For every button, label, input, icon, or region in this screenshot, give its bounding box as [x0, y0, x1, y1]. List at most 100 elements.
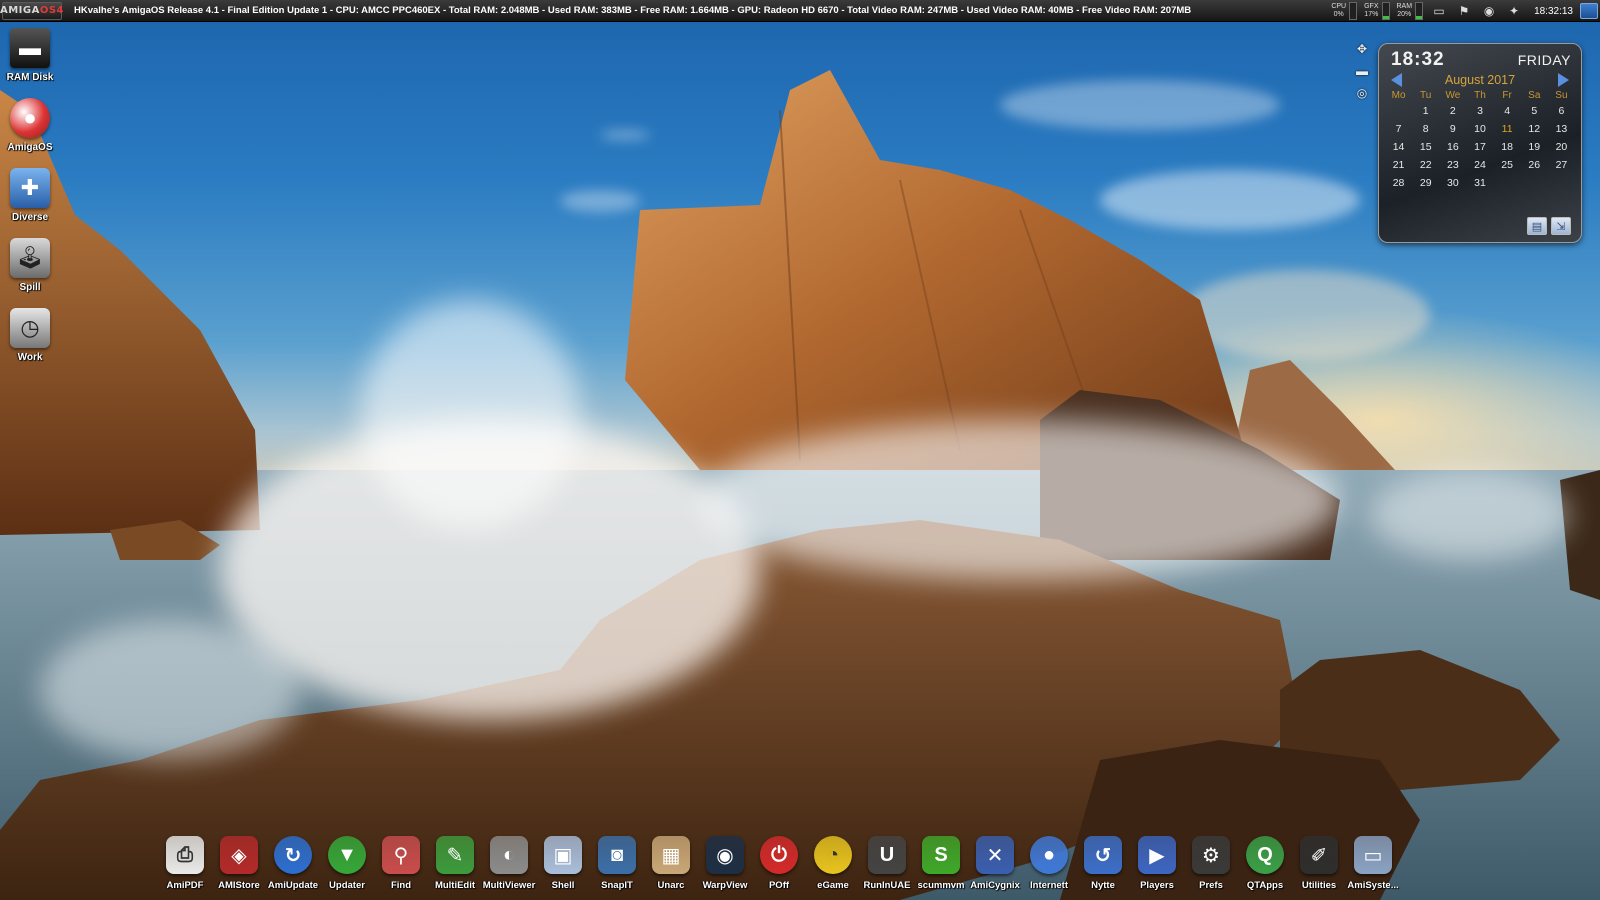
- dock-item-label: MultiEdit: [434, 880, 476, 891]
- dock-item-updater[interactable]: ▼ Updater: [320, 836, 374, 900]
- calendar-date[interactable]: 18: [1494, 139, 1521, 155]
- cpu-meter-name: CPU: [1331, 3, 1347, 10]
- dock-item-amipdf[interactable]: ⎙ AmiPDF: [158, 836, 212, 900]
- calendar-weekday: FRIDAY: [1517, 52, 1571, 68]
- calendar-date[interactable]: 25: [1494, 157, 1521, 173]
- minimize-widget-icon[interactable]: ▬: [1355, 64, 1369, 78]
- desktop-icon-label: Diverse: [11, 212, 49, 223]
- dock-item-amisyste[interactable]: ▭ AmiSyste...: [1346, 836, 1400, 900]
- calendar-date[interactable]: 15: [1412, 139, 1439, 155]
- calendar-date[interactable]: 19: [1521, 139, 1548, 155]
- dock-item-runinuae[interactable]: U RunInUAE: [860, 836, 914, 900]
- calendar-date[interactable]: 6: [1548, 103, 1575, 119]
- calendar-collapse-button[interactable]: ⇲: [1551, 217, 1571, 235]
- dock-item-players[interactable]: ▶ Players: [1130, 836, 1184, 900]
- disk-icon[interactable]: ◉: [1480, 3, 1498, 19]
- calendar-day-of-week: Fr: [1502, 90, 1512, 101]
- dock-item-utilities[interactable]: ✐ Utilities: [1292, 836, 1346, 900]
- calendar-date[interactable]: 14: [1385, 139, 1412, 155]
- calendar-day-of-week: Sa: [1528, 90, 1541, 101]
- cpu-meter-value: 0%: [1333, 11, 1344, 18]
- dock-item-label: AmiCygnix: [970, 880, 1020, 891]
- calendar-date[interactable]: 10: [1466, 121, 1493, 137]
- calendar-date[interactable]: 31: [1466, 175, 1493, 191]
- desktop-icon-amigaos[interactable]: ● AmigaOS: [0, 98, 60, 168]
- calendar-date[interactable]: 20: [1548, 139, 1575, 155]
- calendar-date[interactable]: 22: [1412, 157, 1439, 173]
- dock-item-multiviewer[interactable]: ◐ MultiViewer: [482, 836, 536, 900]
- calendar-date[interactable]: 24: [1466, 157, 1493, 173]
- calendar-date[interactable]: 29: [1412, 175, 1439, 191]
- calendar-date[interactable]: 12: [1521, 121, 1548, 137]
- calendar-date[interactable]: 5: [1521, 103, 1548, 119]
- dock-item-find[interactable]: ⚲ Find: [374, 836, 428, 900]
- dock-item-label: AMIStore: [218, 880, 260, 891]
- dock-item-multiedit[interactable]: ✎ MultiEdit: [428, 836, 482, 900]
- settings-widget-icon[interactable]: ◎: [1355, 86, 1369, 100]
- dock-item-amistore[interactable]: ◈ AMIStore: [212, 836, 266, 900]
- calendar-date-today[interactable]: 11: [1494, 121, 1521, 137]
- dock-item-label: AmiPDF: [166, 880, 204, 891]
- dock-item-prefs[interactable]: ⚙ Prefs: [1184, 836, 1238, 900]
- calendar-date[interactable]: 16: [1439, 139, 1466, 155]
- calendar-date[interactable]: 26: [1521, 157, 1548, 173]
- calendar-date[interactable]: 9: [1439, 121, 1466, 137]
- calendar-date[interactable]: 30: [1439, 175, 1466, 191]
- dock-item-poff[interactable]: ⏻ POff: [752, 836, 806, 900]
- dock-item-unarc[interactable]: ▦ Unarc: [644, 836, 698, 900]
- calendar-date[interactable]: 8: [1412, 121, 1439, 137]
- dock-item-nytte[interactable]: ↺ Nytte: [1076, 836, 1130, 900]
- pdf-icon: ⎙: [166, 836, 204, 874]
- desktop-icon-spill[interactable]: 🕹 Spill: [0, 238, 60, 308]
- desktop-icon-ram-disk[interactable]: ▬ RAM Disk: [0, 28, 60, 98]
- dock-item-label: Nytte: [1091, 880, 1115, 891]
- tray-clock[interactable]: 18:32:13: [1534, 6, 1573, 17]
- boing-ball-icon: ●: [10, 98, 50, 138]
- application-dock: ⎙ AmiPDF ◈ AMIStore ↻ AmiUpdate ▼ Updater ⚲ Find ✎…: [158, 836, 1400, 900]
- dock-item-shell[interactable]: ▣ Shell: [536, 836, 590, 900]
- dock-item-snapit[interactable]: ◙ SnapIT: [590, 836, 644, 900]
- amiga-icon[interactable]: ✦: [1505, 3, 1523, 19]
- calendar-view-button[interactable]: ▤: [1527, 217, 1547, 235]
- flag-icon[interactable]: ⚑: [1455, 3, 1473, 19]
- calendar-day-of-week: We: [1445, 90, 1461, 101]
- calendar-date[interactable]: 1: [1412, 103, 1439, 119]
- amigaos-logo[interactable]: AMIGA OS4: [0, 1, 64, 20]
- gfx-meter: GFX 17%: [1364, 2, 1390, 20]
- calendar-date[interactable]: 17: [1466, 139, 1493, 155]
- ram-meter-name: RAM: [1396, 3, 1413, 10]
- calendar-date[interactable]: 28: [1385, 175, 1412, 191]
- dock-item-label: POff: [768, 880, 790, 891]
- screen-title: HKvalhe's AmigaOS Release 4.1 - Final Ed…: [74, 5, 1192, 16]
- cpu-meter: CPU 0%: [1331, 2, 1358, 20]
- dock-item-label: Shell: [551, 880, 575, 891]
- screen-depth-icon[interactable]: [1580, 3, 1598, 19]
- next-month-arrow-icon[interactable]: [1557, 73, 1569, 87]
- previous-month-arrow-icon[interactable]: [1391, 73, 1402, 87]
- desktop-icon-work[interactable]: ◷ Work: [0, 308, 60, 378]
- joystick-icon: 🕹: [10, 238, 50, 278]
- dock-item-egame[interactable]: ◔ eGame: [806, 836, 860, 900]
- ram-meter-value: 20%: [1397, 11, 1412, 18]
- calendar-date[interactable]: 23: [1439, 157, 1466, 173]
- desktop-icon-diverse[interactable]: ✚ Diverse: [0, 168, 60, 238]
- calendar-date[interactable]: 13: [1548, 121, 1575, 137]
- move-widget-icon[interactable]: ✥: [1355, 42, 1369, 56]
- calendar-date[interactable]: 21: [1385, 157, 1412, 173]
- dock-item-amicygnix[interactable]: ✕ AmiCygnix: [968, 836, 1022, 900]
- dock-item-amiupdate[interactable]: ↻ AmiUpdate: [266, 836, 320, 900]
- calendar-date[interactable]: 2: [1439, 103, 1466, 119]
- dock-item-warpview[interactable]: ◉ WarpView: [698, 836, 752, 900]
- calendar-date[interactable]: 27: [1548, 157, 1575, 173]
- calendar-date[interactable]: 3: [1466, 103, 1493, 119]
- shopping-bag-icon: ◈: [220, 836, 258, 874]
- dock-item-internett[interactable]: ● Internett: [1022, 836, 1076, 900]
- dock-item-qtapps[interactable]: Q QTApps: [1238, 836, 1292, 900]
- calendar-date[interactable]: 4: [1494, 103, 1521, 119]
- system-tray: CPU 0% GFX 17% RAM 20% ▭ ⚑ ◉ ✦ 18:32:13: [1331, 1, 1598, 21]
- dock-item-scummvm[interactable]: Sscummvm: [914, 836, 968, 900]
- calendar-date[interactable]: 7: [1385, 121, 1412, 137]
- prefs-icon: ⚙: [1192, 836, 1230, 874]
- ram-meter-bar: [1415, 2, 1424, 20]
- monitor-icon[interactable]: ▭: [1430, 3, 1448, 19]
